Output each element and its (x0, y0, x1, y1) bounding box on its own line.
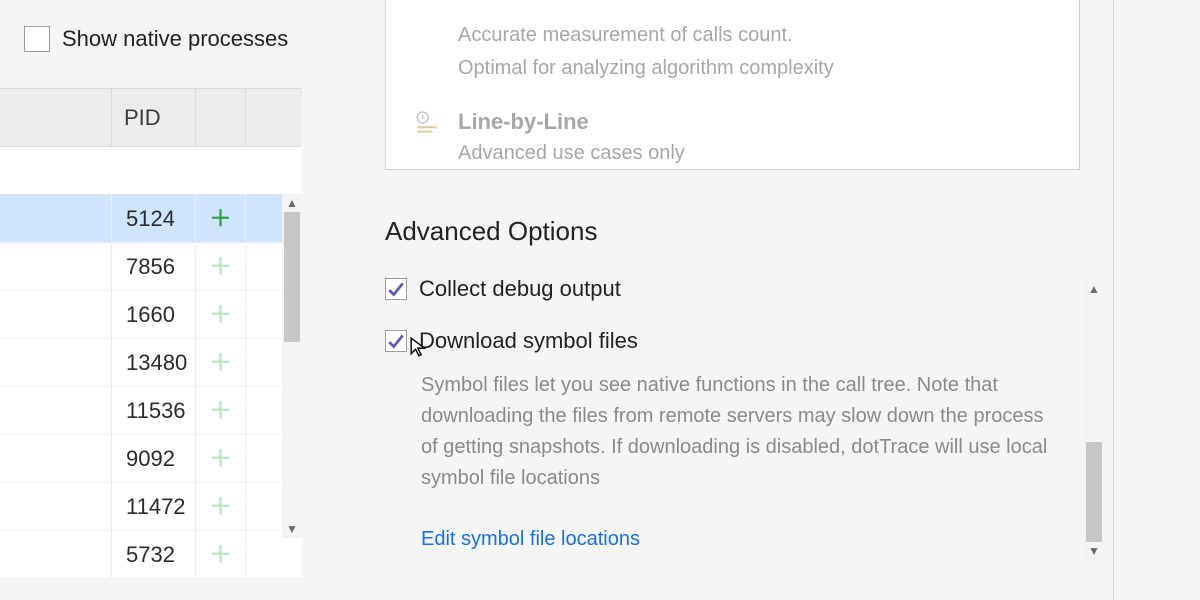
panel-scroll-up-icon[interactable]: ▲ (1088, 280, 1100, 298)
attach-icon[interactable]: ＋ (196, 387, 246, 434)
scroll-track[interactable] (282, 212, 302, 520)
process-table: PID 5124＋7856＋1660＋13480＋11536＋9092＋1147… (0, 88, 302, 562)
filter-row[interactable] (0, 147, 302, 195)
attach-icon[interactable]: ＋ (196, 195, 246, 242)
table-row[interactable]: 9092＋ (0, 435, 302, 483)
cell-pid: 5732 (112, 531, 196, 578)
cell-name (0, 483, 112, 530)
table-scrollbar[interactable]: ▲ ▼ (282, 194, 302, 538)
cell-name (0, 195, 112, 242)
panel-scrollbar[interactable]: ▲ ▼ (1084, 280, 1104, 560)
cell-name (0, 243, 112, 290)
col-pid[interactable]: PID (112, 89, 196, 146)
cell-pid: 7856 (112, 243, 196, 290)
col-attach[interactable] (196, 89, 246, 146)
attach-icon[interactable]: ＋ (196, 531, 246, 578)
cell-pid: 9092 (112, 435, 196, 482)
col-name[interactable] (0, 89, 112, 146)
linebyline-option[interactable]: Line-by-Line Advanced use cases only (386, 93, 1079, 178)
panel-scroll-down-icon[interactable]: ▼ (1088, 542, 1100, 560)
profiling-type-box: Accurate measurement of calls count. Opt… (385, 0, 1080, 170)
linebyline-title: Line-by-Line (458, 109, 685, 135)
attach-icon[interactable]: ＋ (196, 243, 246, 290)
show-native-checkbox[interactable] (24, 26, 50, 52)
collect-debug-checkbox[interactable] (385, 278, 407, 300)
table-row[interactable]: 13480＋ (0, 339, 302, 387)
cell-pid: 11472 (112, 483, 196, 530)
cell-name (0, 387, 112, 434)
show-native-label: Show native processes (62, 26, 288, 52)
tracing-desc-1: Accurate measurement of calls count. (458, 21, 834, 50)
attach-icon[interactable]: ＋ (196, 435, 246, 482)
scroll-thumb[interactable] (284, 212, 300, 342)
table-header: PID (0, 89, 302, 147)
download-symbols-desc: Symbol files let you see native function… (421, 370, 1050, 494)
table-row[interactable]: 1660＋ (0, 291, 302, 339)
cell-pid: 11536 (112, 387, 196, 434)
tracing-icon (414, 17, 442, 83)
panel-scroll-track[interactable] (1084, 298, 1104, 542)
cell-name (0, 435, 112, 482)
cell-pid: 13480 (112, 339, 196, 386)
cell-name (0, 291, 112, 338)
edit-symbol-locations-link[interactable]: Edit symbol file locations (421, 528, 640, 551)
tracing-option[interactable]: Accurate measurement of calls count. Opt… (386, 7, 1079, 93)
options-panel: Accurate measurement of calls count. Opt… (335, 0, 1200, 600)
collect-debug-label: Collect debug output (419, 276, 621, 302)
table-row[interactable]: 11472＋ (0, 483, 302, 531)
cell-name (0, 339, 112, 386)
attach-icon[interactable]: ＋ (196, 483, 246, 530)
scroll-up-icon[interactable]: ▲ (286, 194, 298, 212)
download-symbols-label: Download symbol files (419, 328, 638, 354)
panel-divider (1113, 0, 1114, 600)
table-row[interactable]: 7856＋ (0, 243, 302, 291)
linebyline-icon (414, 109, 442, 168)
attach-icon[interactable]: ＋ (196, 339, 246, 386)
attach-icon[interactable]: ＋ (196, 291, 246, 338)
table-row[interactable]: 5124＋ (0, 195, 302, 243)
table-row[interactable]: 11536＋ (0, 387, 302, 435)
tracing-desc-2: Optimal for analyzing algorithm complexi… (458, 54, 834, 83)
cell-name (0, 531, 112, 578)
linebyline-sub: Advanced use cases only (458, 139, 685, 168)
scroll-down-icon[interactable]: ▼ (286, 520, 298, 538)
advanced-options-title: Advanced Options (385, 216, 597, 247)
download-symbols-checkbox[interactable] (385, 330, 407, 352)
cell-pid: 1660 (112, 291, 196, 338)
cell-pid: 5124 (112, 195, 196, 242)
panel-scroll-thumb[interactable] (1086, 442, 1102, 542)
table-row[interactable]: 5732＋ (0, 531, 302, 579)
process-panel: Show native processes PID 5124＋7856＋1660… (0, 0, 335, 600)
